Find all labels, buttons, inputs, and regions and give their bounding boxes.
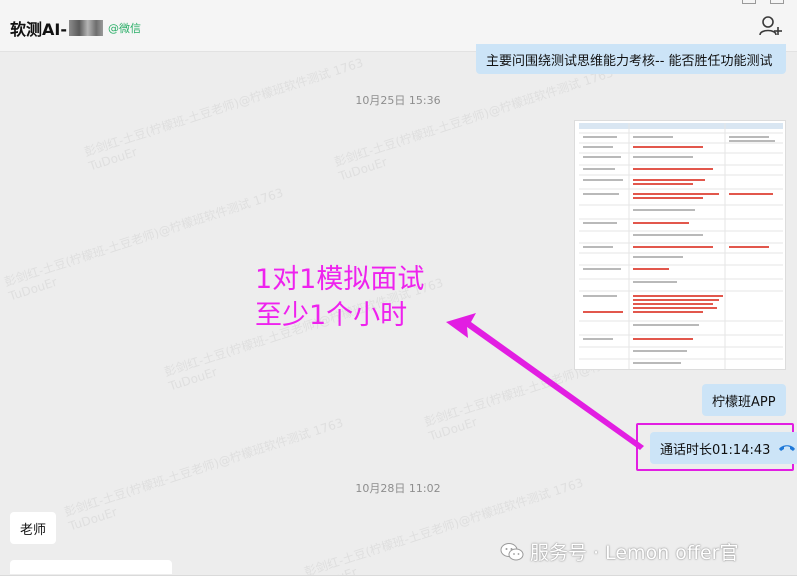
message-text: 柠檬班APP: [712, 394, 776, 410]
watermark: 彭剑红-土豆(柠檬班-土豆老师)@柠檬班软件测试 1763 TuDouEr: [82, 55, 365, 174]
phone-icon: [779, 445, 796, 451]
message-bubble-incoming-partial: [10, 560, 172, 574]
message-input-area[interactable]: [0, 575, 797, 583]
window-close-icon[interactable]: [770, 0, 784, 4]
add-member-icon[interactable]: [758, 14, 784, 38]
annotation-line-1: 1对1模拟面试: [255, 264, 425, 295]
chat-title: 软测AI-: [10, 16, 103, 40]
watermark: 彭剑红-土豆(柠檬班-土豆老师)@柠檬班软件测试 1763 TuDouEr: [62, 415, 345, 534]
brand-text: 服务号 · Lemon offer官: [530, 542, 739, 564]
wechat-logo-icon: [500, 542, 524, 560]
annotation-text: 1对1模拟面试 至少1个小时: [255, 262, 424, 334]
message-text: 主要问围绕测试思维能力考核-- 能否胜任功能测试: [486, 53, 773, 69]
document-content-preview: [579, 123, 783, 369]
brand-watermark: 服务号 · Lemon offer官: [500, 538, 739, 565]
redacted-name-block: [68, 20, 103, 36]
message-text: 老师: [20, 522, 47, 538]
message-timestamp: 10月28日 11:02: [355, 482, 441, 495]
chat-name: 软测AI-: [10, 20, 67, 39]
message-timestamp: 10月25日 15:36: [355, 94, 441, 107]
shared-document-image[interactable]: [574, 120, 786, 370]
wechat-tag: @微信: [108, 22, 141, 35]
message-bubble-outgoing[interactable]: 柠檬班APP: [702, 384, 786, 416]
annotation-line-2: 至少1个小时: [255, 300, 408, 331]
watermark: 彭剑红-土豆(柠檬班-土豆老师)@柠檬班软件测试 1763 TuDouEr: [2, 185, 285, 304]
message-bubble-outgoing[interactable]: 主要问围绕测试思维能力考核-- 能否胜任功能测试: [476, 44, 786, 74]
call-duration-label: 通话时长01:14:43: [660, 442, 771, 458]
window-restore-icon[interactable]: [742, 0, 756, 4]
message-bubble-incoming[interactable]: 老师: [10, 512, 57, 544]
call-record-bubble[interactable]: 通话时长01:14:43: [650, 432, 797, 464]
